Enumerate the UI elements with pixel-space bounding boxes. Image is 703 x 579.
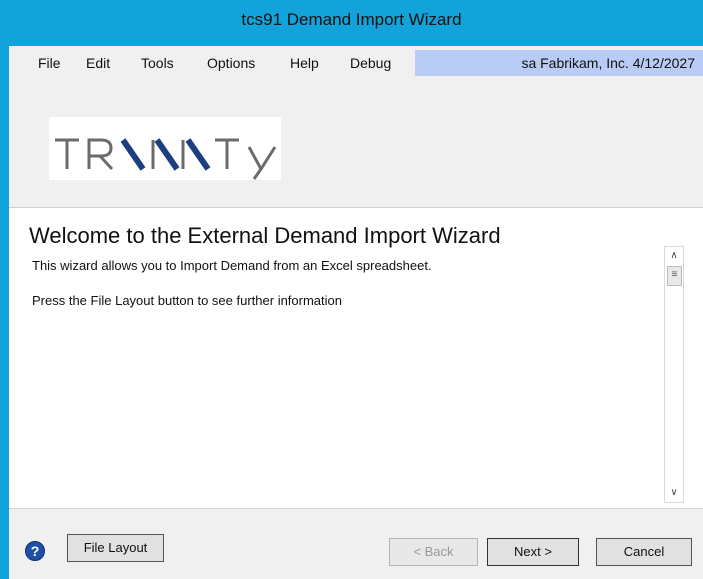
description-line-2: Press the File Layout button to see furt… bbox=[32, 293, 343, 308]
description-line-1: This wizard allows you to Import Demand … bbox=[32, 258, 432, 273]
logo-panel bbox=[9, 79, 703, 207]
menu-help[interactable]: Help bbox=[290, 55, 319, 71]
trinity-logo bbox=[49, 117, 281, 180]
menu-file[interactable]: File bbox=[38, 55, 61, 71]
vertical-scrollbar[interactable]: ∧ ≡ ∨ bbox=[664, 246, 684, 503]
welcome-panel: Welcome to the External Demand Import Wi… bbox=[9, 207, 703, 508]
next-button[interactable]: Next > bbox=[487, 538, 579, 566]
scrollbar-thumb[interactable]: ≡ bbox=[667, 266, 682, 286]
chevron-down-icon[interactable]: ∨ bbox=[665, 484, 683, 502]
menu-options[interactable]: Options bbox=[207, 55, 255, 71]
chevron-up-icon[interactable]: ∧ bbox=[665, 247, 683, 265]
menu-edit[interactable]: Edit bbox=[86, 55, 110, 71]
menu-tools[interactable]: Tools bbox=[141, 55, 174, 71]
wizard-window: tcs91 Demand Import Wizard File Edit Too… bbox=[0, 0, 703, 579]
session-info: sa Fabrikam, Inc. 4/12/2027 bbox=[521, 55, 695, 71]
title-bar[interactable]: tcs91 Demand Import Wizard bbox=[0, 0, 703, 46]
session-info-bar: sa Fabrikam, Inc. 4/12/2027 bbox=[415, 50, 703, 76]
back-button[interactable]: < Back bbox=[389, 538, 478, 566]
window-title: tcs91 Demand Import Wizard bbox=[241, 10, 462, 29]
button-bar: ? File Layout < Back Next > Cancel bbox=[9, 508, 703, 579]
window-client-area: File Edit Tools Options Help Debug sa Fa… bbox=[9, 46, 703, 579]
help-icon[interactable]: ? bbox=[25, 541, 45, 561]
menu-debug[interactable]: Debug bbox=[350, 55, 391, 71]
menu-bar: File Edit Tools Options Help Debug sa Fa… bbox=[9, 46, 703, 79]
cancel-button[interactable]: Cancel bbox=[596, 538, 692, 566]
page-title: Welcome to the External Demand Import Wi… bbox=[29, 223, 501, 248]
trinity-logo-graphic bbox=[55, 138, 277, 180]
file-layout-button[interactable]: File Layout bbox=[67, 534, 164, 562]
